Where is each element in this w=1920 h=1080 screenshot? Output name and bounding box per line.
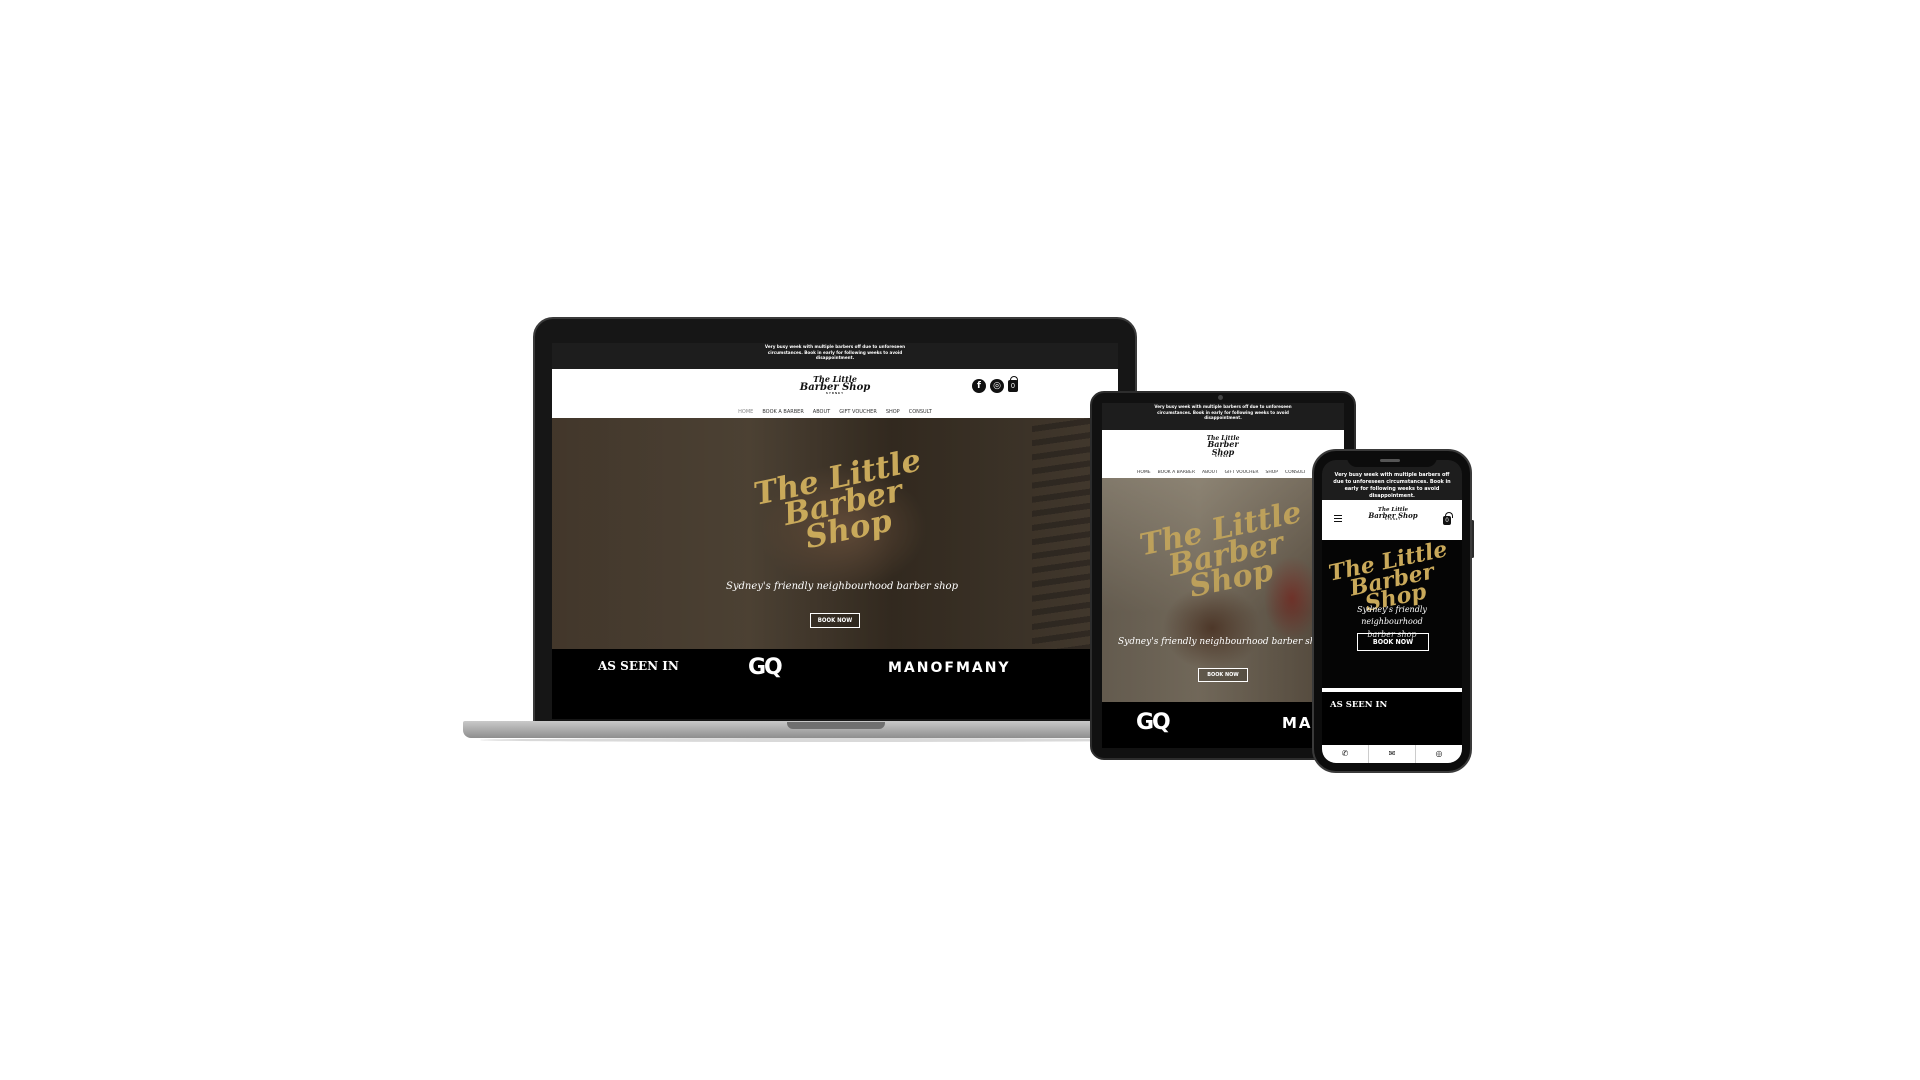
- nav-item-consult[interactable]: CONSULT: [909, 409, 932, 418]
- instagram-icon[interactable]: ◎: [1416, 745, 1462, 763]
- announcement-text: Very busy week with multiple barbers off…: [1333, 472, 1451, 499]
- hero-tagline: Sydney's friendly neighbourhood barber s…: [1118, 637, 1327, 647]
- tablet-screen: Very busy week with multiple barbers off…: [1102, 403, 1344, 748]
- announcement-bar: Very busy week with multiple barbers off…: [552, 343, 1118, 369]
- announcement-text: Very busy week with multiple barbers off…: [764, 345, 906, 362]
- gq-logo: GQ: [1136, 710, 1171, 735]
- laptop-screen: Very busy week with multiple barbers off…: [552, 343, 1118, 719]
- press-bar: GQ MAN: [1102, 702, 1344, 748]
- hero-section: The Little Barber Shop Sydney's friendly…: [552, 418, 1118, 649]
- hamburger-menu-icon[interactable]: [1334, 515, 1342, 522]
- site-header: The Little Barber Shop SYDNEY: [1102, 430, 1344, 470]
- shopping-bag-icon[interactable]: 0: [1443, 512, 1453, 525]
- gq-logo: GQ: [748, 655, 783, 680]
- announcement-bar: Very busy week with multiple barbers off…: [1102, 403, 1344, 430]
- site-logo[interactable]: The Little Barber Shop SYDNEY: [797, 375, 873, 395]
- instagram-icon[interactable]: ◎: [990, 379, 1004, 393]
- book-now-button[interactable]: BOOK NOW: [1198, 668, 1248, 682]
- as-seen-in-label: AS SEEN IN: [1330, 700, 1388, 710]
- site-logo[interactable]: The Little Barber Shop SYDNEY: [1365, 507, 1421, 521]
- hero-tagline: Sydney's friendly neighbourhood barber s…: [726, 581, 958, 592]
- nav-item-shop[interactable]: SHOP: [886, 409, 900, 418]
- mail-icon[interactable]: ✉: [1369, 745, 1416, 763]
- press-bar: AS SEEN IN: [1322, 692, 1462, 732]
- nav-item-about[interactable]: ABOUT: [813, 409, 830, 418]
- laptop-shadow: [480, 738, 1190, 742]
- nav-item-book-a-barber[interactable]: BOOK A BARBER: [762, 409, 803, 418]
- facebook-icon[interactable]: f: [972, 379, 986, 393]
- nav-item-book-a-barber[interactable]: BOOK A BARBER: [1158, 470, 1195, 478]
- manofmany-logo: MANOFMANY: [888, 660, 1011, 676]
- cart-count: 0: [1011, 382, 1015, 390]
- shopping-bag-icon[interactable]: 0: [1008, 376, 1018, 392]
- book-now-button[interactable]: BOOK NOW: [1357, 633, 1429, 651]
- laptop-trackpad-notch: [787, 722, 885, 729]
- nav-item-shop[interactable]: SHOP: [1266, 470, 1279, 478]
- nav-item-gift-voucher[interactable]: GIFT VOUCHER: [1225, 470, 1259, 478]
- tablet-camera: [1218, 395, 1223, 400]
- social-links: f ◎ 0: [972, 376, 1018, 393]
- logo-sub-text: SYDNEY: [1214, 454, 1232, 458]
- main-nav: HOME BOOK A BARBER ABOUT GIFT VOUCHER SH…: [552, 409, 1118, 418]
- cart-count: 0: [1445, 517, 1449, 524]
- phone-screen: Very busy week with multiple barbers off…: [1322, 460, 1462, 763]
- site-header: The Little Barber Shop SYDNEY 0: [1322, 500, 1462, 540]
- hero-section: The Little Barber Shop Sydney's friendly…: [1102, 478, 1344, 702]
- book-now-button[interactable]: BOOK NOW: [810, 613, 860, 628]
- site-header: The Little Barber Shop SYDNEY f ◎ 0: [552, 369, 1118, 409]
- press-bar: AS SEEN IN GQ MANOFMANY: [552, 649, 1118, 719]
- nav-item-gift-voucher[interactable]: GIFT VOUCHER: [839, 409, 877, 418]
- main-nav: HOME BOOK A BARBER ABOUT GIFT VOUCHER SH…: [1102, 470, 1344, 478]
- hero-tagline-line1: Sydney's friendly neighbourhood: [1357, 605, 1427, 627]
- nav-item-consult[interactable]: CONSULT: [1285, 470, 1306, 478]
- as-seen-in-label: AS SEEN IN: [598, 659, 679, 673]
- logo-main-text: Barber Shop: [1207, 439, 1239, 457]
- mobile-action-bar: ✆ ✉ ◎: [1322, 745, 1462, 763]
- phone-speaker: [1380, 459, 1400, 462]
- nav-item-home[interactable]: HOME: [1137, 470, 1151, 478]
- hero-section: The Little Barber Shop Sydney's friendly…: [1322, 540, 1462, 688]
- nav-item-home[interactable]: HOME: [738, 409, 753, 418]
- nav-item-about[interactable]: ABOUT: [1202, 470, 1218, 478]
- phone-icon[interactable]: ✆: [1322, 745, 1369, 763]
- hamburger-line: [1334, 517, 1342, 519]
- site-logo[interactable]: The Little Barber Shop SYDNEY: [1195, 435, 1251, 458]
- announcement-text: Very busy week with multiple barbers off…: [1154, 405, 1292, 422]
